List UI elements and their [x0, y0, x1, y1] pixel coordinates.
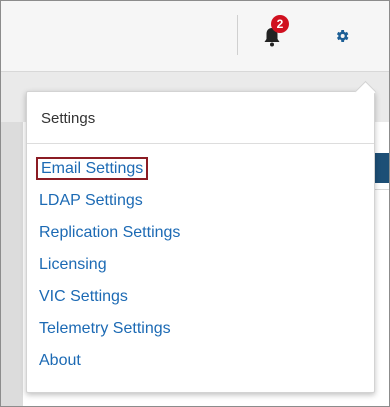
settings-dropdown: Settings Email Settings LDAP Settings Re…	[26, 80, 377, 393]
menu-item-label: Telemetry Settings	[39, 320, 171, 337]
menu-item-ldap-settings[interactable]: LDAP Settings	[27, 185, 374, 217]
menu-item-label: LDAP Settings	[39, 192, 143, 209]
menu-item-email-settings[interactable]: Email Settings	[27, 153, 374, 185]
menu-item-label: Email Settings	[35, 157, 149, 180]
menu-item-licensing[interactable]: Licensing	[27, 249, 374, 281]
menu-item-about[interactable]: About	[27, 345, 374, 377]
menu-item-replication-settings[interactable]: Replication Settings	[27, 217, 374, 249]
menu-item-label: VIC Settings	[39, 288, 128, 305]
notifications-button[interactable]: 2	[259, 15, 289, 53]
menu-item-telemetry-settings[interactable]: Telemetry Settings	[27, 313, 374, 345]
gear-icon	[336, 30, 349, 42]
notification-badge: 2	[271, 15, 289, 33]
background-sidebar	[1, 122, 23, 406]
dropdown-title: Settings	[41, 110, 96, 127]
menu-item-vic-settings[interactable]: VIC Settings	[27, 281, 374, 313]
settings-button[interactable]	[334, 28, 354, 48]
top-header: 2	[1, 1, 389, 72]
menu-item-label: About	[39, 352, 81, 369]
menu-item-label: Replication Settings	[39, 224, 181, 241]
app-window: 2 Settings Email Settings LDAP Settings …	[0, 0, 390, 407]
settings-menu: Email Settings LDAP Settings Replication…	[27, 153, 374, 377]
menu-item-label: Licensing	[39, 256, 107, 273]
header-divider	[237, 15, 238, 55]
dropdown-divider	[27, 143, 374, 144]
